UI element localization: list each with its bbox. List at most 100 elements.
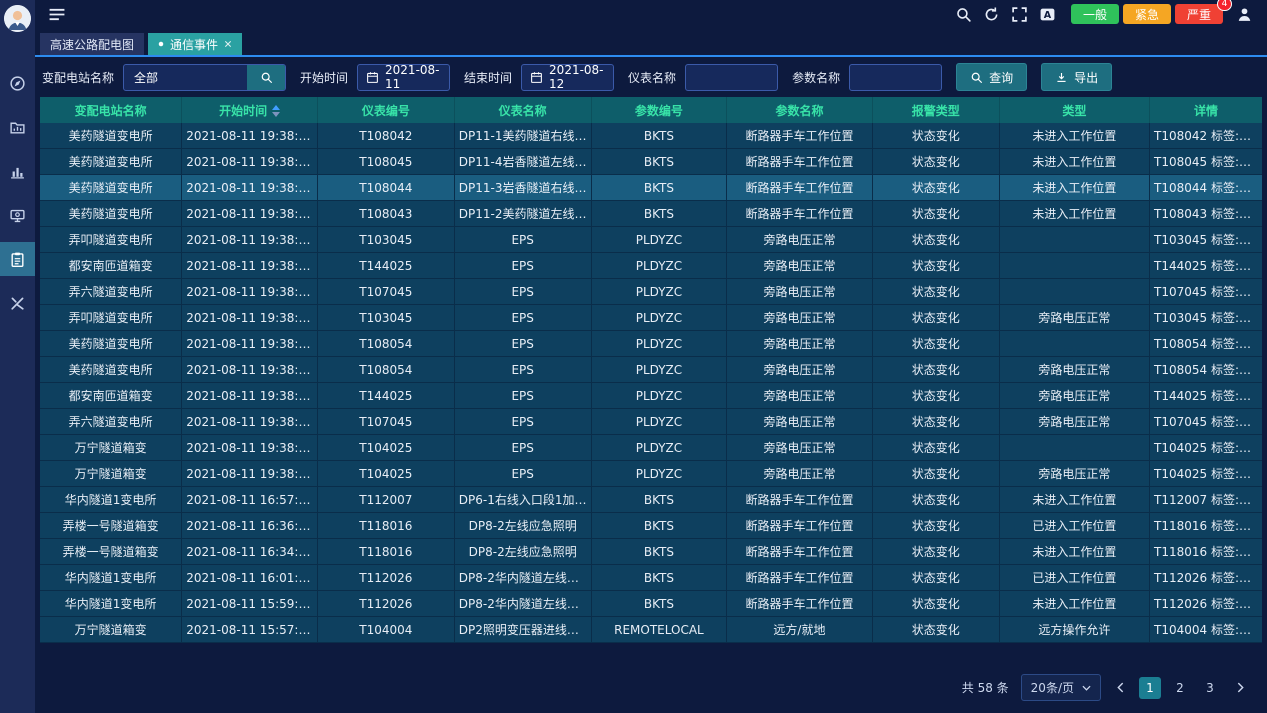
table-row[interactable]: 弄六隧道变电所2021-08-11 19:38:42T107045EPSPLDY… bbox=[40, 279, 1262, 305]
table-cell: BKTS bbox=[591, 123, 727, 149]
end-date-input[interactable]: 2021-08-12 bbox=[521, 64, 614, 91]
table-cell: 2021-08-11 19:38:44 bbox=[182, 201, 318, 227]
refresh-icon[interactable] bbox=[983, 6, 1000, 23]
table-cell: 状态变化 bbox=[872, 253, 999, 279]
column-header[interactable]: 开始时间 bbox=[182, 97, 318, 123]
table-cell: 断路器手车工作位置 bbox=[727, 591, 872, 617]
table-row[interactable]: 万宁隧道箱变2021-08-11 19:38:31T104025EPSPLDYZ… bbox=[40, 435, 1262, 461]
sidebar-item-compass[interactable] bbox=[0, 66, 35, 100]
table-cell: T108042 bbox=[317, 123, 454, 149]
station-search-button[interactable] bbox=[247, 65, 285, 90]
chevron-left-icon bbox=[1117, 682, 1124, 693]
table-cell: 美药隧道变电所 bbox=[40, 175, 182, 201]
tab-label: 通信事件 bbox=[170, 36, 218, 53]
table-cell: 2021-08-11 19:38:30 bbox=[182, 461, 318, 487]
column-header: 变配电站名称 bbox=[40, 97, 182, 123]
table-cell: BKTS bbox=[591, 591, 727, 617]
column-label: 开始时间 bbox=[219, 104, 267, 118]
table-row[interactable]: 华内隧道1变电所2021-08-11 15:59:33T112026DP8-2华… bbox=[40, 591, 1262, 617]
table-row[interactable]: 美药隧道变电所2021-08-11 19:38:45T108045DP11-4岩… bbox=[40, 149, 1262, 175]
table-row[interactable]: 美药隧道变电所2021-08-11 19:38:44T108044DP11-3岩… bbox=[40, 175, 1262, 201]
table-row[interactable]: 弄六隧道变电所2021-08-11 19:38:37T107045EPSPLDY… bbox=[40, 409, 1262, 435]
table-row[interactable]: 都安南匝道箱变2021-08-11 19:38:37T144025EPSPLDY… bbox=[40, 383, 1262, 409]
table-cell: EPS bbox=[454, 435, 591, 461]
fullscreen-icon[interactable] bbox=[1011, 6, 1028, 23]
table-cell bbox=[999, 435, 1149, 461]
query-button[interactable]: 查询 bbox=[956, 63, 1027, 91]
prev-page-button[interactable] bbox=[1109, 677, 1131, 699]
export-button[interactable]: 导出 bbox=[1041, 63, 1112, 91]
menu-toggle-icon[interactable] bbox=[48, 8, 66, 21]
table-cell: 2021-08-11 19:38:37 bbox=[182, 383, 318, 409]
avatar[interactable] bbox=[4, 5, 31, 32]
table-cell: T112007 标签:T112007 ... bbox=[1150, 487, 1262, 513]
page-button-3[interactable]: 3 bbox=[1199, 677, 1221, 699]
table-cell: 断路器手车工作位置 bbox=[727, 201, 872, 227]
table-cell bbox=[999, 279, 1149, 305]
table-row[interactable]: 都安南匝道箱变2021-08-11 19:38:42T144025EPSPLDY… bbox=[40, 253, 1262, 279]
table-row[interactable]: 华内隧道1变电所2021-08-11 16:57:44T112007DP6-1右… bbox=[40, 487, 1262, 513]
table-cell: T107045 bbox=[317, 279, 454, 305]
table-row[interactable]: 万宁隧道箱变2021-08-11 19:38:30T104025EPSPLDYZ… bbox=[40, 461, 1262, 487]
table-cell: 华内隧道1变电所 bbox=[40, 591, 182, 617]
param-name-input[interactable] bbox=[849, 64, 942, 91]
table-row[interactable]: 美药隧道变电所2021-08-11 19:38:41T108054EPSPLDY… bbox=[40, 331, 1262, 357]
tab-通信事件[interactable]: 通信事件 bbox=[148, 33, 242, 55]
table-row[interactable]: 弄叩隧道变电所2021-08-11 19:38:43T103045EPSPLDY… bbox=[40, 227, 1262, 253]
table-row[interactable]: 弄楼一号隧道箱变2021-08-11 16:34:48T118016DP8-2左… bbox=[40, 539, 1262, 565]
table-cell: DP8-2华内隧道左线基本... bbox=[454, 591, 591, 617]
table-cell: 弄叩隧道变电所 bbox=[40, 305, 182, 331]
table-cell: 旁路电压正常 bbox=[999, 461, 1149, 487]
table-row[interactable]: 弄叩隧道变电所2021-08-11 19:38:42T103045EPSPLDY… bbox=[40, 305, 1262, 331]
table-row[interactable]: 美药隧道变电所2021-08-11 19:38:44T108043DP11-2美… bbox=[40, 201, 1262, 227]
start-date-input[interactable]: 2021-08-11 bbox=[357, 64, 450, 91]
font-size-icon[interactable]: A bbox=[1039, 6, 1056, 23]
table-cell: T108043 标签:T108043 ... bbox=[1150, 201, 1262, 227]
table-cell: 旁路电压正常 bbox=[727, 383, 872, 409]
table-cell: 美药隧道变电所 bbox=[40, 123, 182, 149]
column-label: 仪表名称 bbox=[499, 104, 547, 118]
search-icon[interactable] bbox=[955, 6, 972, 23]
column-header: 仪表编号 bbox=[317, 97, 454, 123]
sidebar-item-monitor[interactable] bbox=[0, 198, 35, 232]
alarm-button-严重[interactable]: 严重4 bbox=[1175, 4, 1223, 24]
table-cell: 旁路电压正常 bbox=[727, 305, 872, 331]
pagination-bar: 共 58 条 20条/页 123 bbox=[35, 674, 1267, 713]
table-header-row: 变配电站名称开始时间仪表编号仪表名称参数编号参数名称报警类型类型详情 bbox=[40, 97, 1262, 123]
meter-name-input[interactable] bbox=[685, 64, 778, 91]
table-cell: 华内隧道1变电所 bbox=[40, 565, 182, 591]
close-icon[interactable] bbox=[224, 40, 232, 48]
table-cell: T108054 bbox=[317, 331, 454, 357]
table-cell: T144025 标签:T144025 ... bbox=[1150, 383, 1262, 409]
next-page-button[interactable] bbox=[1229, 677, 1251, 699]
table-cell: T144025 标签:T144025 ... bbox=[1150, 253, 1262, 279]
sidebar-item-tools[interactable] bbox=[0, 286, 35, 320]
table-cell: T144025 bbox=[317, 253, 454, 279]
page-button-2[interactable]: 2 bbox=[1169, 677, 1191, 699]
user-icon[interactable] bbox=[1236, 6, 1253, 23]
table-row[interactable]: 弄楼一号隧道箱变2021-08-11 16:36:36T118016DP8-2左… bbox=[40, 513, 1262, 539]
table-cell: EPS bbox=[454, 331, 591, 357]
table-cell: 状态变化 bbox=[872, 461, 999, 487]
sidebar-item-clipboard[interactable] bbox=[0, 242, 35, 276]
sidebar-item-folder-chart[interactable] bbox=[0, 110, 35, 144]
table-row[interactable]: 美药隧道变电所2021-08-11 19:38:58T108042DP11-1美… bbox=[40, 123, 1262, 149]
station-filter-label: 变配电站名称 bbox=[42, 69, 114, 86]
page-size-select[interactable]: 20条/页 bbox=[1021, 674, 1101, 701]
search-icon bbox=[260, 71, 273, 84]
alarm-button-一般[interactable]: 一般 bbox=[1071, 4, 1119, 24]
page-button-1[interactable]: 1 bbox=[1139, 677, 1161, 699]
table-cell: T108042 标签:T108042 ... bbox=[1150, 123, 1262, 149]
table-cell: DP11-1美药隧道右线应... bbox=[454, 123, 591, 149]
table-cell: BKTS bbox=[591, 149, 727, 175]
tab-高速公路配电图[interactable]: 高速公路配电图 bbox=[40, 33, 144, 55]
table-row[interactable]: 华内隧道1变电所2021-08-11 16:01:11T112026DP8-2华… bbox=[40, 565, 1262, 591]
table-cell: 弄楼一号隧道箱变 bbox=[40, 513, 182, 539]
sort-icon[interactable] bbox=[272, 105, 280, 117]
alarm-button-紧急[interactable]: 紧急 bbox=[1123, 4, 1171, 24]
station-filter-input[interactable]: 全部 bbox=[123, 64, 286, 91]
sidebar-item-bar-chart[interactable] bbox=[0, 154, 35, 188]
table-row[interactable]: 万宁隧道箱变2021-08-11 15:57:46T104004DP2照明变压器… bbox=[40, 617, 1262, 643]
events-table-area: 变配电站名称开始时间仪表编号仪表名称参数编号参数名称报警类型类型详情 美药隧道变… bbox=[35, 97, 1267, 643]
table-row[interactable]: 美药隧道变电所2021-08-11 19:38:38T108054EPSPLDY… bbox=[40, 357, 1262, 383]
